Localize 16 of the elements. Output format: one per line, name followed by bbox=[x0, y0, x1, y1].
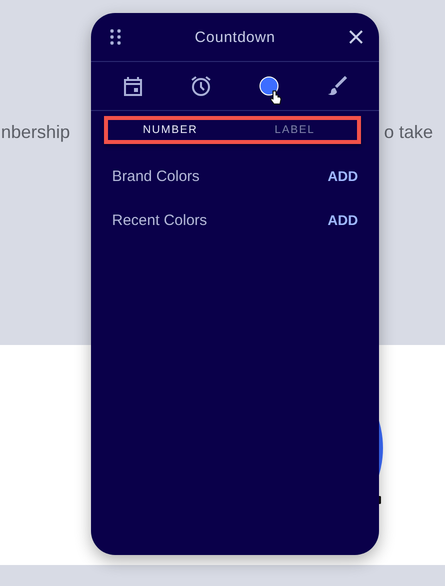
panel-title: Countdown bbox=[194, 28, 276, 46]
drag-handle-icon[interactable] bbox=[110, 29, 121, 45]
add-button[interactable]: ADD bbox=[328, 168, 358, 184]
background-text: nbership bbox=[1, 122, 70, 143]
segment-tab[interactable]: LABEL bbox=[232, 120, 357, 140]
add-button[interactable]: ADD bbox=[328, 212, 358, 228]
close-icon[interactable] bbox=[348, 30, 363, 44]
brush-icon[interactable] bbox=[327, 76, 347, 96]
segment-tab[interactable]: NUMBER bbox=[108, 120, 232, 140]
background-text: o take bbox=[384, 122, 433, 143]
hand-cursor-icon bbox=[270, 90, 282, 105]
color-swatch-icon[interactable] bbox=[259, 76, 279, 96]
alarm-clock-icon[interactable] bbox=[190, 75, 212, 97]
section-label: Brand Colors bbox=[112, 168, 200, 184]
calendar-icon[interactable] bbox=[124, 76, 142, 96]
section-label: Recent Colors bbox=[112, 212, 208, 228]
